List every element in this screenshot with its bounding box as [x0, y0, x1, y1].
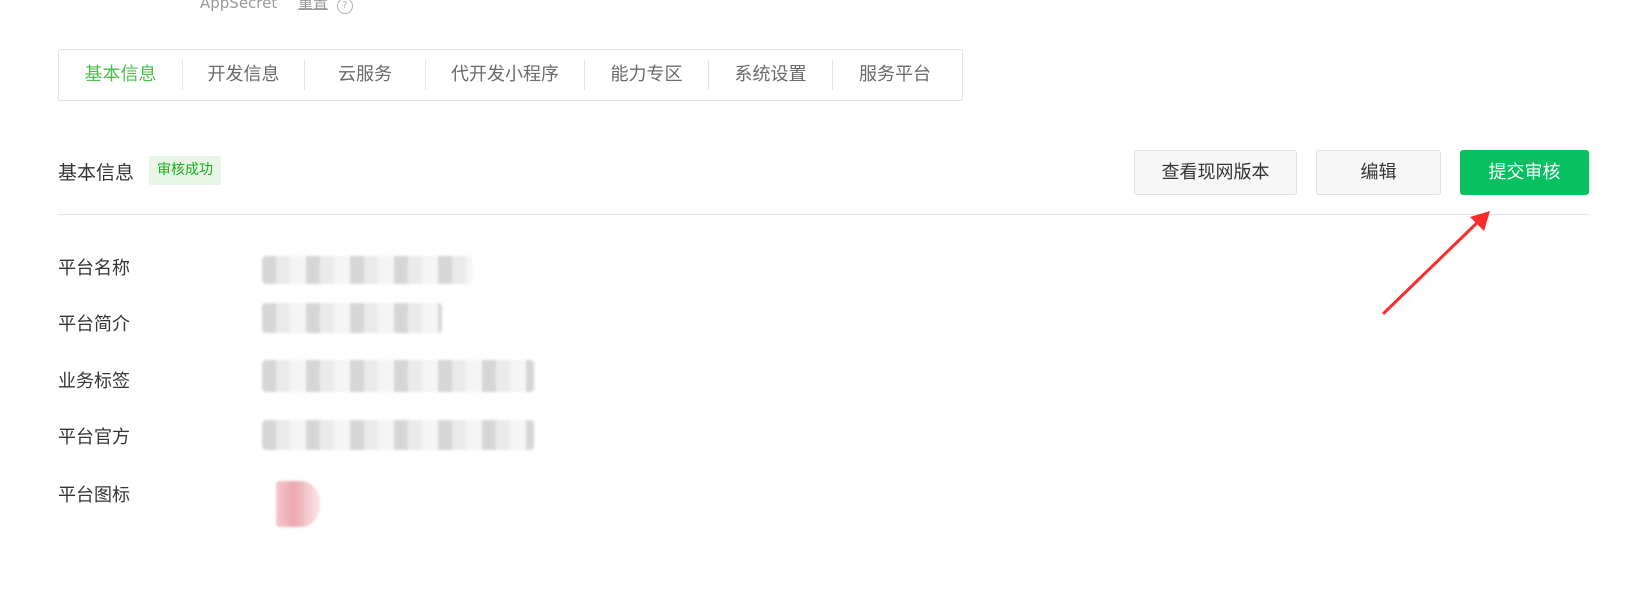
section-title: 基本信息	[58, 162, 135, 184]
tab-dev-info[interactable]: 开发信息	[183, 60, 305, 90]
appsecret-label: AppSecret	[200, 0, 278, 12]
tab-bar: 基本信息 开发信息 云服务 代开发小程序 能力专区 系统设置 服务平台	[58, 49, 963, 101]
platform-icon-image-redacted	[276, 481, 320, 527]
tab-basic-info[interactable]: 基本信息	[59, 60, 183, 90]
field-label-platform-icon: 平台图标	[58, 485, 130, 506]
field-label-platform-name: 平台名称	[58, 258, 130, 279]
status-badge: 审核成功	[149, 156, 221, 185]
page: AppSecret 重置 ? 基本信息 开发信息 云服务 代开发小程序 能力专区…	[0, 0, 1630, 591]
submit-review-button[interactable]: 提交审核	[1460, 150, 1589, 195]
business-tags-value-redacted	[262, 360, 534, 392]
appsecret-row: AppSecret 重置 ?	[200, 0, 353, 14]
help-icon[interactable]: ?	[336, 0, 353, 14]
reset-link[interactable]: 重置	[298, 0, 328, 12]
platform-intro-value-redacted	[262, 303, 442, 333]
edit-button[interactable]: 编辑	[1316, 150, 1441, 195]
tab-agency-miniprogram[interactable]: 代开发小程序	[426, 60, 585, 90]
section-divider	[58, 214, 1589, 215]
tab-cloud-service[interactable]: 云服务	[305, 60, 426, 90]
tab-system-settings[interactable]: 系统设置	[709, 60, 833, 90]
field-label-platform-official: 平台官方	[58, 427, 130, 448]
platform-official-value-redacted	[262, 420, 534, 450]
tab-capabilities[interactable]: 能力专区	[585, 60, 709, 90]
field-label-business-tags: 业务标签	[58, 371, 130, 392]
platform-name-value-redacted	[262, 256, 472, 284]
tab-service-platform[interactable]: 服务平台	[833, 60, 957, 90]
view-live-version-button[interactable]: 查看现网版本	[1134, 150, 1297, 195]
field-label-platform-intro: 平台简介	[58, 314, 130, 335]
